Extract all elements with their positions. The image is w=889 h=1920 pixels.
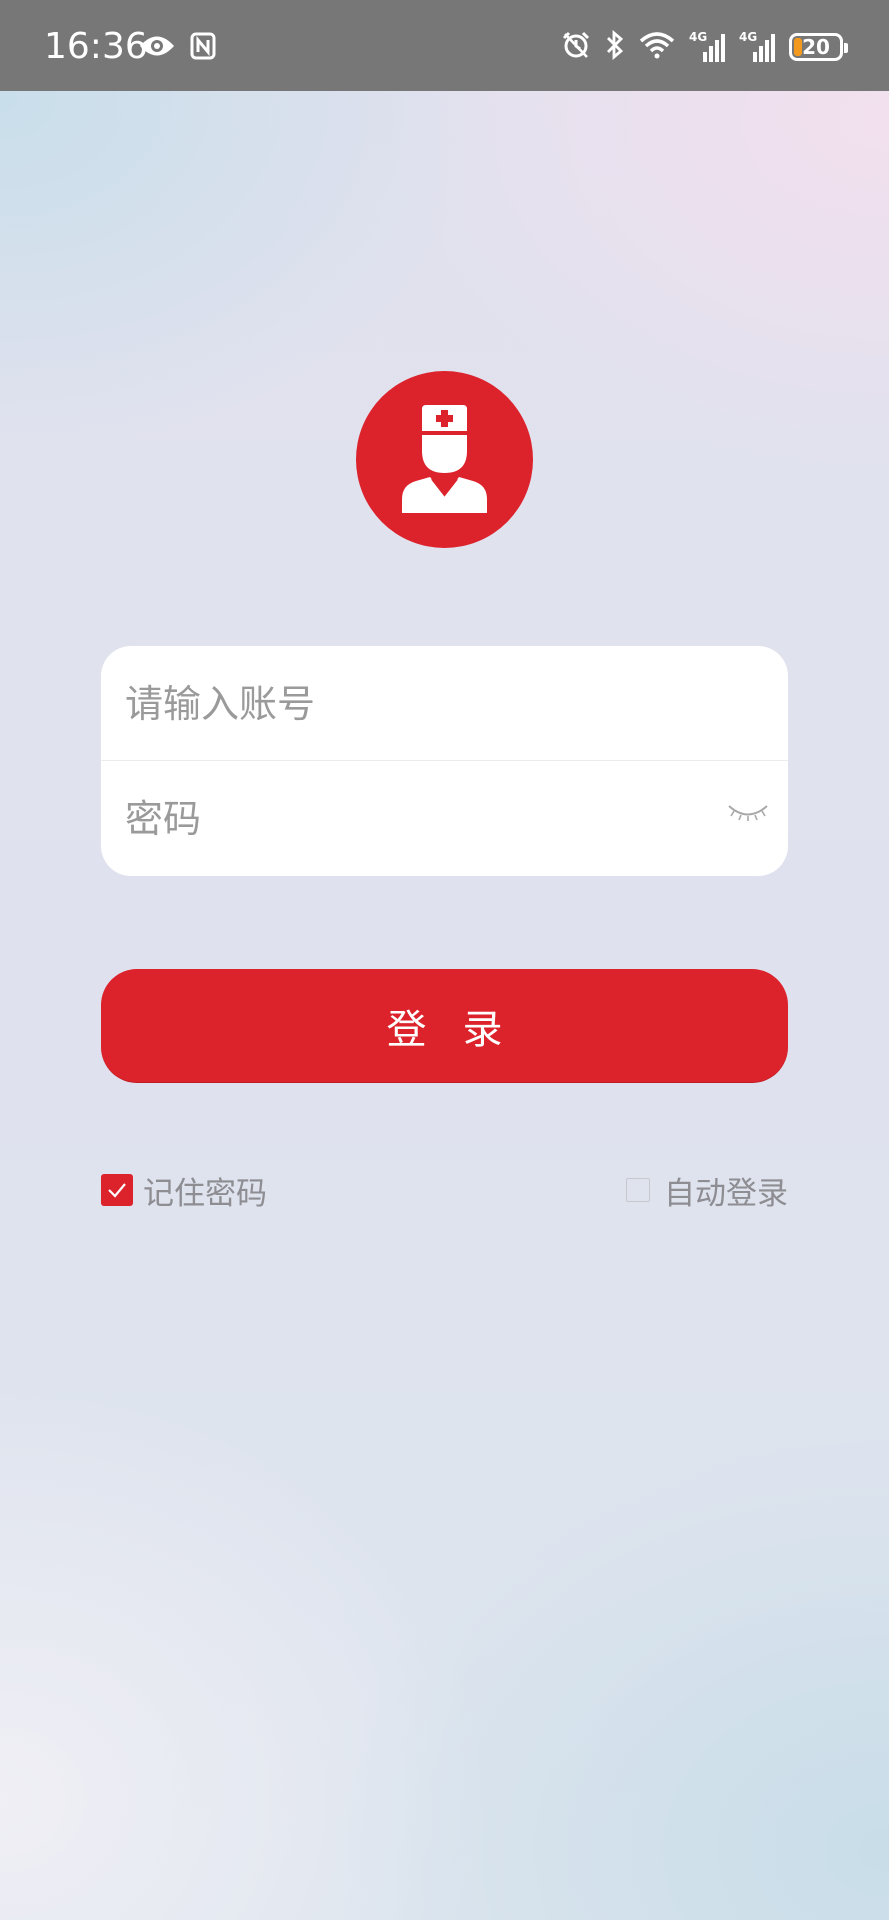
network-type-label: 4G (689, 30, 708, 44)
remember-password-label: 记住密码 (143, 1175, 267, 1212)
auto-login-option[interactable]: 自动登录 (626, 1172, 788, 1212)
status-bar: 16:36 4G 4G 20 (0, 0, 889, 91)
login-button[interactable]: 登录 (101, 969, 788, 1083)
account-row (101, 646, 788, 761)
status-left-icons (138, 32, 216, 64)
auto-login-label: 自动登录 (664, 1175, 788, 1212)
signal-icon-2: 4G (739, 30, 775, 62)
login-form-card (101, 646, 788, 876)
account-input[interactable] (125, 646, 705, 761)
password-row (101, 761, 788, 876)
eye-icon (138, 33, 176, 63)
alarm-icon (561, 30, 591, 64)
check-icon (108, 1183, 126, 1198)
status-time: 16:36 (44, 26, 148, 67)
battery-icon: 20 (789, 33, 848, 61)
auto-login-checkbox[interactable] (626, 1178, 650, 1202)
eye-closed-icon[interactable] (726, 801, 770, 825)
wifi-icon (639, 31, 675, 63)
remember-password-checkbox[interactable] (101, 1174, 133, 1206)
signal-icon-1: 4G (689, 30, 725, 62)
remember-password-option[interactable]: 记住密码 (101, 1172, 267, 1212)
bluetooth-icon (605, 29, 625, 64)
password-input[interactable] (125, 761, 705, 876)
nfc-icon (190, 32, 216, 64)
status-right-icons: 4G 4G 20 (561, 29, 848, 64)
battery-level: 20 (802, 35, 830, 59)
doctor-avatar-icon (356, 371, 533, 548)
network-type-label: 4G (739, 30, 758, 44)
